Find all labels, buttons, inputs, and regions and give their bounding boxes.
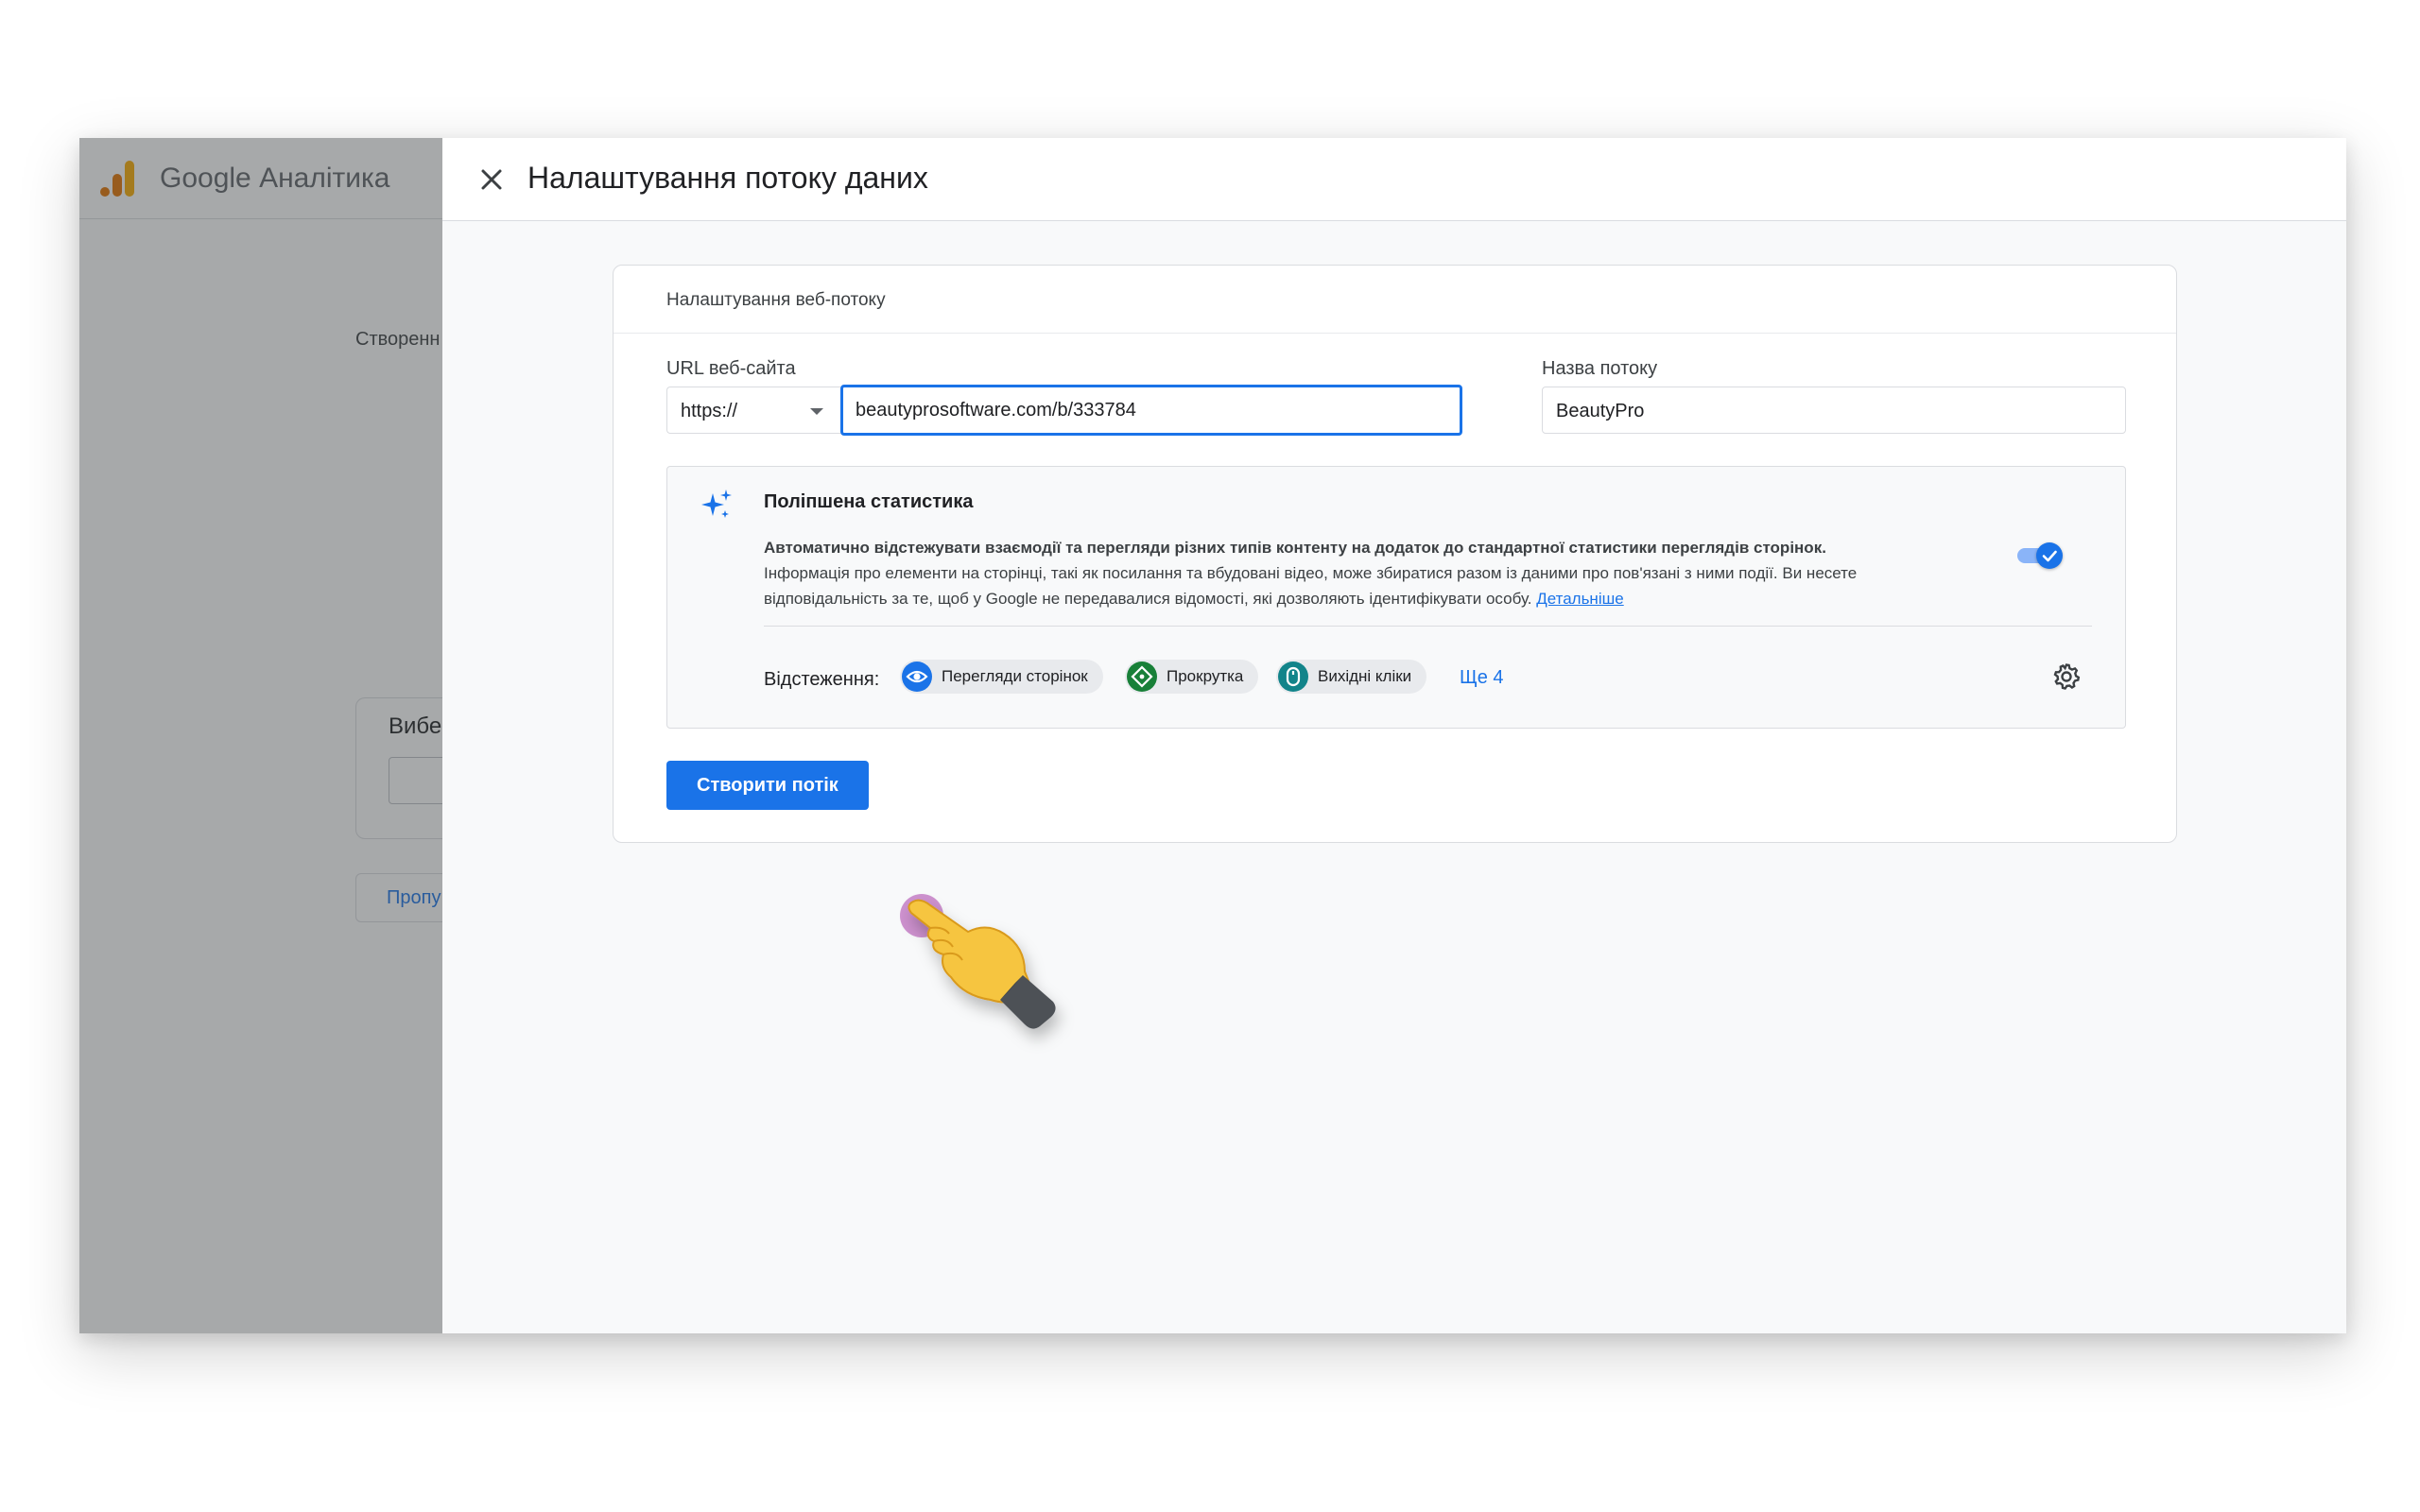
stream-name-input[interactable]: BeautyPro <box>1542 387 2126 434</box>
data-stream-dialog: Налаштування потоку даних Налаштування в… <box>442 138 2346 1333</box>
check-icon <box>2042 550 2057 562</box>
close-icon[interactable] <box>475 163 509 197</box>
stream-name-label: Назва потоку <box>1542 358 1658 379</box>
pointing-hand-icon <box>908 899 1056 1029</box>
sparkle-icon <box>701 490 732 518</box>
chip-scroll: Прокрутка <box>1125 660 1259 694</box>
enhanced-measurement-title: Поліпшена статистика <box>764 491 974 512</box>
chip-label: Прокрутка <box>1167 667 1244 685</box>
chip-outbound-clicks: Вихідні кліки <box>1276 660 1427 694</box>
website-url-input[interactable]: beautyprosoftware.com/b/333784 <box>840 385 1462 436</box>
url-label: URL веб-сайта <box>666 358 796 379</box>
mouse-icon <box>1278 662 1308 692</box>
chevron-down-icon <box>810 408 823 415</box>
protocol-value: https:// <box>681 401 738 421</box>
website-url-value: beautyprosoftware.com/b/333784 <box>856 400 1136 421</box>
chip-label: Перегляди сторінок <box>942 667 1088 685</box>
divider <box>764 626 2092 627</box>
card-heading: Налаштування веб-потоку <box>666 290 886 310</box>
enhanced-measurement-description: Автоматично відстежувати взаємодії та пе… <box>764 535 1927 611</box>
tracking-label: Відстеження: <box>764 669 880 690</box>
web-stream-card: Налаштування веб-потоку URL веб-сайта ht… <box>613 265 2177 843</box>
dialog-title: Налаштування потоку даних <box>527 161 928 195</box>
learn-more-link[interactable]: Детальніше <box>1536 590 1624 608</box>
chip-label: Вихідні кліки <box>1318 667 1412 685</box>
eye-icon <box>902 662 932 692</box>
create-stream-button[interactable]: Створити потік <box>666 761 869 810</box>
app-window: Google Аналітика Створенн Вибер Пропу На… <box>79 138 2346 1333</box>
description-text: Інформація про елементи на сторінці, так… <box>764 564 1858 608</box>
gear-icon[interactable] <box>2051 662 2082 692</box>
more-events-link[interactable]: Ще 4 <box>1460 667 1504 689</box>
toggle-knob <box>2036 542 2063 569</box>
enhanced-measurement-toggle[interactable] <box>2017 539 2066 571</box>
enhanced-measurement-panel: Поліпшена статистика Автоматично відстеж… <box>666 466 2126 729</box>
protocol-select[interactable]: https:// <box>666 387 840 434</box>
card-header: Налаштування веб-потоку <box>614 266 2176 334</box>
stream-name-value: BeautyPro <box>1556 401 1645 421</box>
dialog-header: Налаштування потоку даних <box>442 138 2346 221</box>
description-bold: Автоматично відстежувати взаємодії та пе… <box>764 539 1826 557</box>
chip-page-views: Перегляди сторінок <box>900 660 1103 694</box>
scroll-arrows-icon <box>1127 662 1157 692</box>
